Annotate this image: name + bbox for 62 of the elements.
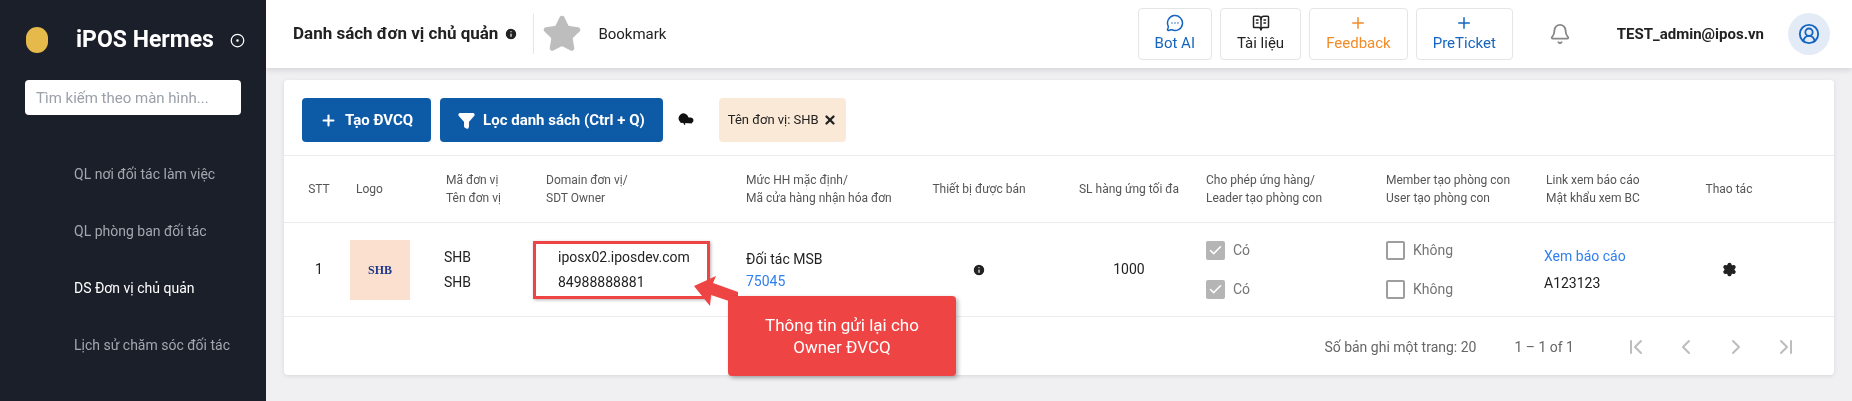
column-header: SL hàng ứng tối đa bbox=[1077, 181, 1181, 198]
column-header: STT bbox=[307, 181, 331, 198]
close-icon[interactable] bbox=[822, 113, 837, 127]
table-cell-text: Đối tác MSB bbox=[746, 249, 824, 269]
bell-icon[interactable] bbox=[1548, 23, 1571, 45]
page-title: Danh sách đơn vị chủ quản bbox=[293, 22, 499, 46]
sidebar-item[interactable]: QL nơi đối tác làm việc bbox=[0, 146, 266, 203]
table-cell-text: SHB bbox=[444, 247, 473, 267]
plus-icon bbox=[320, 111, 337, 129]
user-email: TEST_admin@ipos.vn bbox=[1616, 23, 1764, 45]
column-header: Domain đơn vị/ SDT Owner bbox=[545, 172, 629, 207]
column-header: Link xem báo cáo Mật khẩu xem BC bbox=[1545, 172, 1641, 207]
table-cell-text: 84988888881 bbox=[558, 272, 646, 292]
header-button[interactable]: Tài liệu bbox=[1219, 8, 1302, 60]
page-size-label: Số bản ghi một trang: 20 bbox=[1324, 337, 1477, 357]
header-button[interactable]: Bot AI bbox=[1137, 8, 1212, 60]
page-range: 1 – 1 of 1 bbox=[1514, 337, 1574, 357]
column-header: Cho phép ứng hàng/ Leader tạo phòng con bbox=[1205, 172, 1324, 207]
checkbox-label: Không bbox=[1413, 279, 1454, 299]
column-header: Thao tác bbox=[1704, 181, 1754, 198]
filter-button[interactable]: Lọc danh sách (Ctrl + Q) bbox=[440, 98, 663, 142]
sidebar-item[interactable]: Lịch sử chăm sóc đối tác bbox=[0, 317, 266, 374]
book-icon bbox=[1251, 13, 1270, 32]
column-header: Mã đơn vị Tên đơn vị bbox=[445, 172, 502, 207]
sidebar-item[interactable]: QL phòng ban đối tác bbox=[0, 203, 266, 260]
store-code-link[interactable]: 75045 bbox=[746, 270, 786, 291]
info-icon[interactable] bbox=[972, 262, 986, 277]
table-cell-text: A123123 bbox=[1544, 273, 1602, 293]
search-field[interactable]: Tìm kiếm theo màn hình... bbox=[25, 80, 241, 115]
create-button[interactable]: Tạo ĐVCQ bbox=[302, 98, 432, 142]
column-header: Thiết bị được bán bbox=[931, 181, 1027, 198]
checkbox[interactable] bbox=[1386, 279, 1405, 299]
checkbox[interactable] bbox=[1206, 240, 1225, 260]
column-header: Logo bbox=[355, 181, 384, 198]
header-button[interactable]: PreTicket bbox=[1415, 8, 1513, 60]
callout-box: Thông tin gửi lại cho Owner ĐVCQ bbox=[728, 296, 956, 376]
table-cell-text: SHB bbox=[444, 272, 473, 292]
table-cell-text: 1000 bbox=[1112, 260, 1146, 279]
chip-label: Tên đơn vị: SHB bbox=[727, 111, 819, 130]
table-cell-text: 1 bbox=[314, 260, 324, 279]
sidebar-item[interactable]: DS Đơn vị chủ quản bbox=[0, 260, 266, 317]
user-icon bbox=[1798, 23, 1820, 45]
settings-icon[interactable] bbox=[1721, 262, 1737, 277]
radio-icon[interactable] bbox=[229, 32, 245, 48]
app-name: iPOS Hermes bbox=[76, 24, 214, 55]
column-header: Member tạo phòng con User tạo phòng con bbox=[1385, 172, 1512, 207]
checkbox-label: Có bbox=[1233, 240, 1251, 260]
filter-icon bbox=[458, 111, 476, 129]
checkbox-label: Không bbox=[1413, 240, 1454, 260]
column-header: Mức HH mặc định/ Mã cửa hàng nhận hóa đơn bbox=[745, 172, 893, 207]
bookmark-label: Bookmark bbox=[598, 23, 667, 45]
table-cell-text: iposx02.iposdev.com bbox=[558, 247, 691, 267]
logo-tile: SHB bbox=[350, 239, 410, 300]
checkbox[interactable] bbox=[1206, 279, 1225, 299]
star-icon[interactable] bbox=[542, 14, 583, 54]
info-icon[interactable] bbox=[504, 27, 519, 41]
checkbox-label: Có bbox=[1233, 279, 1251, 299]
filter-chip[interactable]: Tên đơn vị: SHB bbox=[718, 98, 846, 142]
avatar[interactable] bbox=[1788, 13, 1830, 55]
checkbox[interactable] bbox=[1386, 240, 1405, 260]
report-link[interactable]: Xem báo cáo bbox=[1544, 245, 1684, 267]
chat-bubble-icon bbox=[1165, 13, 1184, 32]
